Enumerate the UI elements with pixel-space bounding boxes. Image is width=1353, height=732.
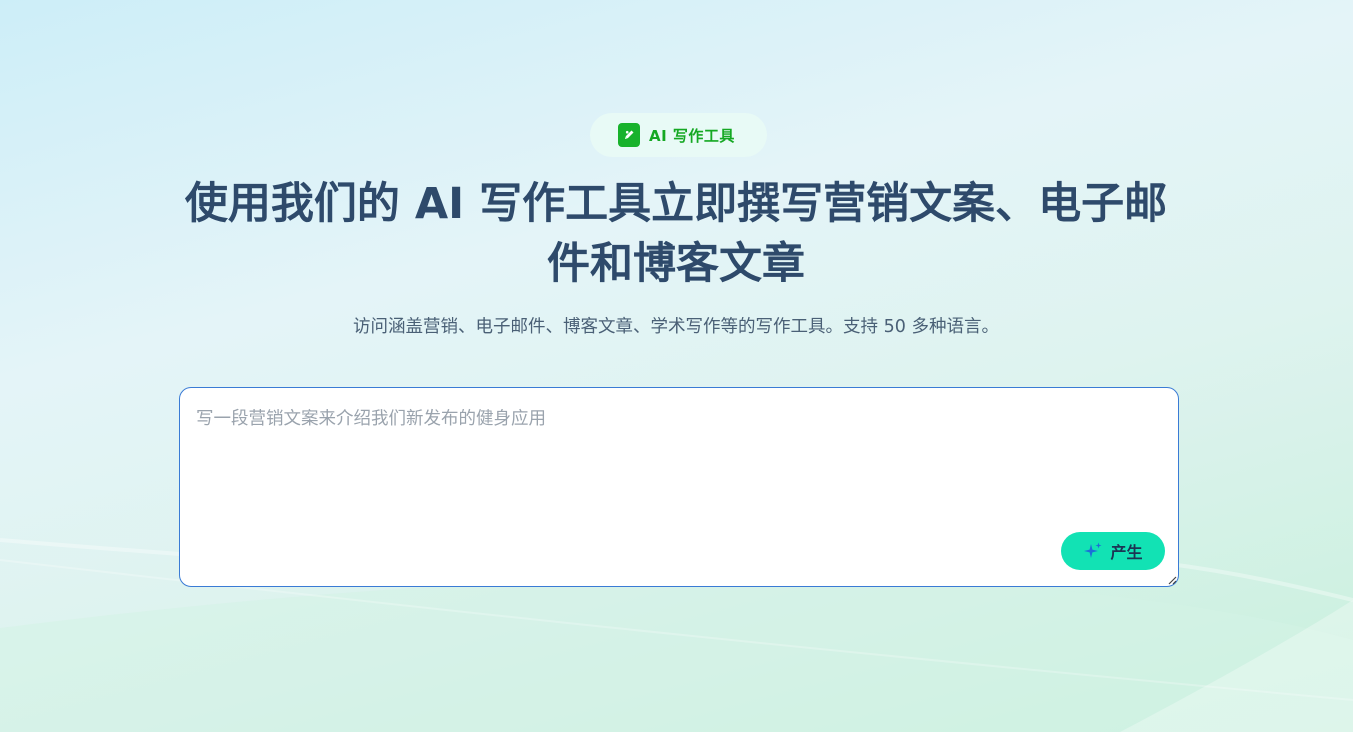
pen-note-icon [618,123,640,147]
generate-button[interactable]: 产生 [1061,532,1165,570]
sparkle-icon [1083,541,1103,561]
generate-label: 产生 [1110,543,1143,562]
prompt-input[interactable] [180,388,1178,586]
page-subtitle: 访问涵盖营销、电子邮件、博客文章、学术写作等的写作工具。支持 50 多种语言。 [353,317,999,337]
background-waves [0,538,1353,732]
prompt-composer: 产生 [179,387,1179,587]
badge-label: AI 写作工具 [649,126,735,145]
page-title: 使用我们的 AI 写作工具立即撰写营销文案、电子邮件和博客文章 [184,179,1168,289]
ai-writing-tool-badge: AI 写作工具 [590,113,767,157]
resize-handle-icon[interactable] [1167,575,1177,585]
